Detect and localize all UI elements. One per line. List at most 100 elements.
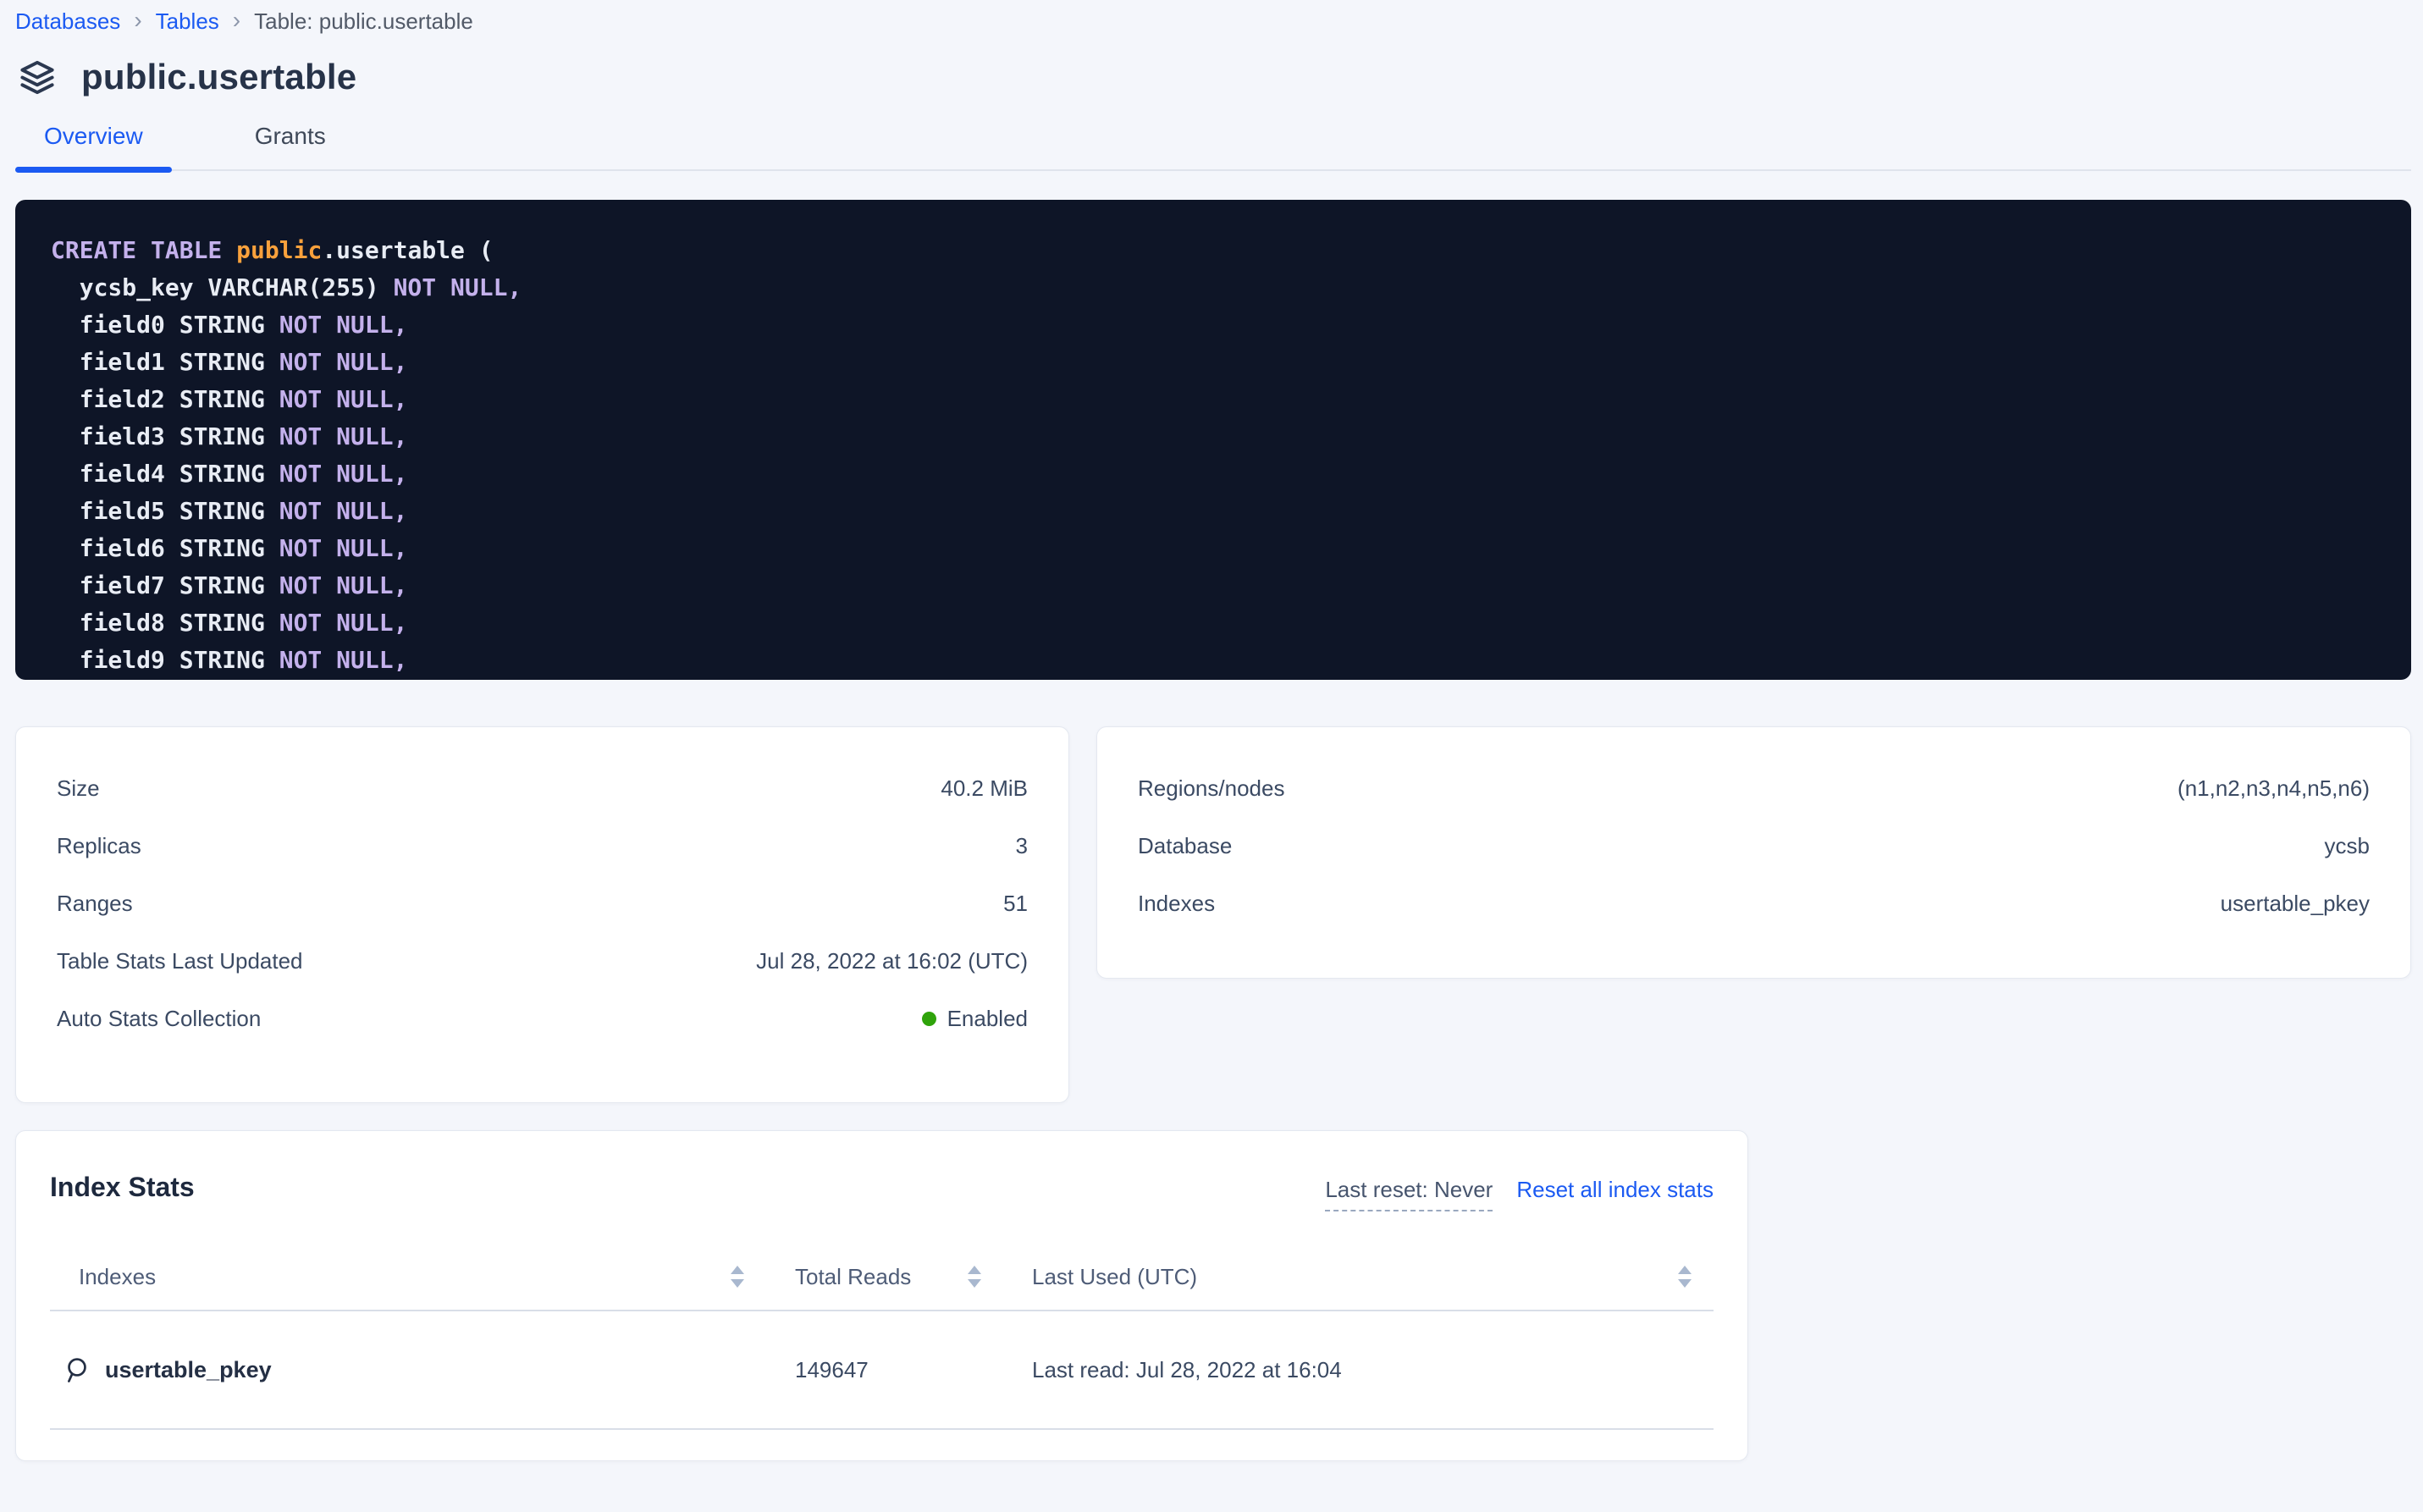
- sort-icon[interactable]: [731, 1266, 744, 1288]
- chevron-right-icon: ›: [233, 8, 240, 32]
- last-used-cell: Last read: Jul 28, 2022 at 16:04: [1003, 1357, 1714, 1383]
- stat-value: 40.2 MiB: [941, 775, 1028, 802]
- sql-line: field7 STRING NOT NULL,: [51, 567, 2386, 604]
- table-details-page: Databases › Tables › Table: public.usert…: [0, 0, 2423, 1461]
- sql-line: ycsb_key VARCHAR(255) NOT NULL,: [51, 269, 2386, 306]
- index-name-cell[interactable]: usertable_pkey: [50, 1355, 766, 1385]
- column-header-label: Last Used (UTC): [1032, 1264, 1197, 1290]
- column-header-label: Indexes: [79, 1264, 156, 1290]
- last-reset-label: Last reset: Never: [1325, 1177, 1493, 1211]
- stat-value-text: Jul 28, 2022 at 16:02 (UTC): [756, 948, 1028, 974]
- index-table-body: usertable_pkey 149647Last read: Jul 28, 2…: [50, 1311, 1714, 1430]
- stat-label: Indexes: [1138, 891, 1215, 917]
- breadcrumb: Databases › Tables › Table: public.usert…: [15, 0, 2411, 35]
- stat-value-text: 40.2 MiB: [941, 775, 1028, 802]
- stat-value: ycsb: [2325, 833, 2370, 859]
- sql-line: field3 STRING NOT NULL,: [51, 418, 2386, 455]
- sort-icon[interactable]: [968, 1266, 981, 1288]
- stat-value-text: 51: [1003, 891, 1028, 917]
- sql-token: field1 STRING: [51, 348, 279, 376]
- sql-token: field4 STRING: [51, 460, 279, 488]
- sort-icon[interactable]: [1678, 1266, 1692, 1288]
- sql-token: NOT NULL,: [279, 609, 408, 637]
- tab-overview-label: Overview: [44, 123, 143, 149]
- stat-row: Ranges 51: [57, 875, 1028, 932]
- total-reads-cell: 149647: [766, 1357, 1003, 1383]
- column-header-label: Total Reads: [795, 1264, 911, 1290]
- sql-token: field3 STRING: [51, 422, 279, 450]
- sql-token: NOT NULL,: [279, 385, 408, 413]
- sql-token: field2 STRING: [51, 385, 279, 413]
- table-stats-card: Size40.2 MiBReplicas3Ranges51Table Stats…: [15, 726, 1069, 1103]
- stat-row: Replicas 3: [57, 817, 1028, 875]
- stat-value-text: ycsb: [2325, 833, 2370, 859]
- tab-grants-label: Grants: [255, 123, 326, 149]
- tab-overview[interactable]: Overview: [15, 123, 172, 169]
- stat-row: Size 40.2 MiB: [57, 759, 1028, 817]
- stat-label: Ranges: [57, 891, 133, 917]
- sql-token: NOT NULL,: [279, 422, 408, 450]
- sql-token: field5 STRING: [51, 497, 279, 525]
- sql-line: field4 STRING NOT NULL,: [51, 455, 2386, 493]
- create-table-sql-block[interactable]: CREATE TABLE public.usertable ( ycsb_key…: [15, 200, 2411, 680]
- tab-grants[interactable]: Grants: [226, 123, 355, 169]
- sort-up-arrow-icon: [1678, 1266, 1692, 1274]
- sql-token: NOT NULL,: [279, 534, 408, 562]
- stat-value-text: (n1,n2,n3,n4,n5,n6): [2177, 775, 2370, 802]
- breadcrumb-link-databases[interactable]: Databases: [15, 8, 120, 35]
- sql-line: field2 STRING NOT NULL,: [51, 381, 2386, 418]
- stat-value: 51: [1003, 891, 1028, 917]
- sql-line: field1 STRING NOT NULL,: [51, 344, 2386, 381]
- index-stats-card: Index Stats Last reset: Never Reset all …: [15, 1130, 1748, 1461]
- breadcrumb-current: Table: public.usertable: [254, 8, 473, 35]
- sort-up-arrow-icon: [731, 1266, 744, 1274]
- index-name-link[interactable]: usertable_pkey: [105, 1357, 272, 1383]
- stat-label: Database: [1138, 833, 1232, 859]
- sql-token: ycsb_key VARCHAR(255): [51, 273, 394, 301]
- sql-code: CREATE TABLE public.usertable ( ycsb_key…: [51, 232, 2386, 679]
- index-stats-header: Index Stats Last reset: Never Reset all …: [50, 1172, 1714, 1211]
- sql-token: field0 STRING: [51, 311, 279, 339]
- stat-label: Replicas: [57, 833, 141, 859]
- stat-value-text: usertable_pkey: [2221, 891, 2370, 917]
- sql-token: NOT NULL,: [394, 273, 522, 301]
- stat-value: Jul 28, 2022 at 16:02 (UTC): [756, 948, 1028, 974]
- sql-token: NOT NULL,: [279, 497, 408, 525]
- stat-label: Regions/nodes: [1138, 775, 1284, 802]
- column-header-last-used-utc[interactable]: Last Used (UTC): [1003, 1244, 1714, 1310]
- sql-token: NOT NULL,: [279, 571, 408, 599]
- reset-index-stats-link[interactable]: Reset all index stats: [1516, 1177, 1714, 1203]
- stat-value-text: 3: [1016, 833, 1028, 859]
- sort-down-arrow-icon: [1678, 1279, 1692, 1288]
- chevron-right-icon: ›: [134, 8, 141, 32]
- table-meta-card: Regions/nodes (n1,n2,n3,n4,n5,n6) Database…: [1096, 726, 2411, 979]
- page-header: public.usertable: [15, 57, 2411, 97]
- sql-token: NOT NULL,: [279, 646, 408, 674]
- sql-token: CREATE TABLE: [51, 236, 236, 264]
- sql-token: field7 STRING: [51, 571, 279, 599]
- stat-row: Indexes usertable_pkey: [1138, 875, 2370, 932]
- index-table-header-row: Indexes Total Reads Last Used (UTC): [50, 1244, 1714, 1311]
- stat-label: Auto Stats Collection: [57, 1006, 261, 1032]
- breadcrumb-link-tables[interactable]: Tables: [156, 8, 219, 35]
- sql-token: public: [236, 236, 322, 264]
- sql-line: field9 STRING NOT NULL,: [51, 642, 2386, 679]
- sql-line: CREATE TABLE public.usertable (: [51, 232, 2386, 269]
- column-header-indexes[interactable]: Indexes: [50, 1244, 766, 1310]
- stat-value-text: Enabled: [947, 1006, 1028, 1032]
- stat-row: Database ycsb: [1138, 817, 2370, 875]
- search-icon: [62, 1355, 92, 1385]
- column-header-total-reads[interactable]: Total Reads: [766, 1244, 1003, 1310]
- stat-label: Size: [57, 775, 100, 802]
- sql-token: field6 STRING: [51, 534, 279, 562]
- table-row[interactable]: usertable_pkey 149647Last read: Jul 28, 2…: [50, 1311, 1714, 1430]
- tab-bar: Overview Grants: [15, 123, 2411, 171]
- sql-line: field6 STRING NOT NULL,: [51, 530, 2386, 567]
- sql-token: field9 STRING: [51, 646, 279, 674]
- sql-token: .usertable (: [322, 236, 493, 264]
- sort-down-arrow-icon: [968, 1279, 981, 1288]
- sort-up-arrow-icon: [968, 1266, 981, 1274]
- active-tab-indicator: [15, 167, 172, 173]
- sql-token: field8 STRING: [51, 609, 279, 637]
- sql-line: field0 STRING NOT NULL,: [51, 306, 2386, 344]
